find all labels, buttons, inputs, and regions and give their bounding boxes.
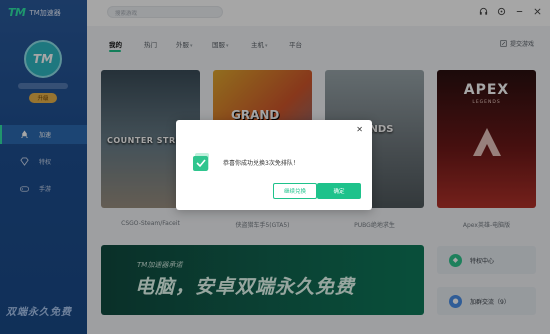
dialog-message: 恭喜你成功兑换3次免排队！ — [223, 160, 299, 167]
success-ticket-icon — [193, 153, 209, 171]
continue-redeem-button[interactable]: 继续兑换 — [273, 183, 317, 199]
confirm-button[interactable]: 确定 — [317, 183, 361, 199]
redeem-success-dialog: ✕ 恭喜你成功兑换3次免排队！ 继续兑换 确定 — [176, 120, 372, 210]
close-icon[interactable]: ✕ — [356, 125, 363, 134]
